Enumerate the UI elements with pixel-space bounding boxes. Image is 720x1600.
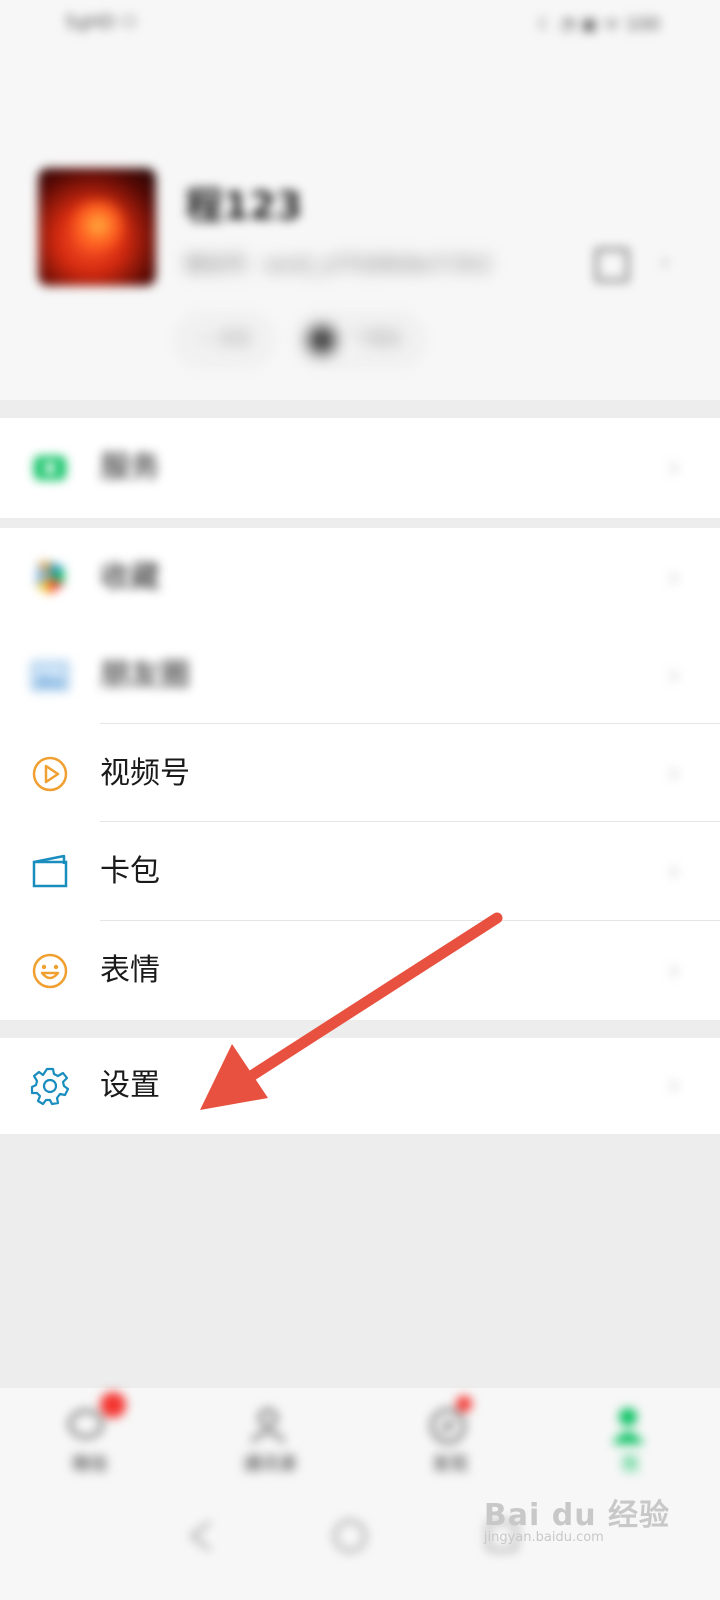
tab-label-contacts: 通讯录 [243,1454,297,1475]
status-bar: 5gHD ⚇ ☾ ◔ ▣ ᯤ 100 [0,0,720,50]
chevron-right-icon: › [668,756,680,791]
favorites-icon [36,562,64,594]
menu-label-settings: 设置 [100,1068,160,1103]
qr-code-icon[interactable] [595,248,629,282]
card-wallet-icon [32,854,68,888]
main-menu-group: 收藏 › 朋友圈 › 视频号 › 卡包 › 表情 › [0,528,720,1020]
person-icon [612,1408,644,1444]
gear-icon [30,1067,70,1106]
menu-label-cards: 卡包 [100,854,160,889]
menu-item-stickers[interactable]: 表情 › [0,921,720,1020]
tab-label-discover: 发现 [432,1454,468,1475]
new-dot-badge [456,1396,472,1412]
services-icon [34,456,66,480]
menu-label-stickers: 表情 [100,953,160,988]
menu-item-settings[interactable]: 设置 › [0,1038,720,1134]
friend-avatar-icon [308,326,336,354]
menu-item-cards[interactable]: 卡包 › [0,822,720,921]
chevron-right-icon: › [668,1068,680,1103]
smiley-icon [32,953,68,989]
menu-item-favorites[interactable]: 收藏 › [0,528,720,626]
chevron-right-icon: › [668,658,680,693]
friends-status-chip[interactable]: 个朋友 [300,318,420,362]
chevron-right-icon: › [668,450,680,485]
friends-label: 个朋友 [350,329,404,350]
menu-label-channels: 视频号 [100,756,190,791]
home-icon[interactable] [330,1516,370,1556]
chevron-right-icon: › [668,854,680,889]
unread-badge [100,1392,126,1418]
tab-label-me: 我 [621,1454,639,1475]
channels-icon [32,756,68,792]
menu-item-channels[interactable]: 视频号 › [0,724,720,822]
moments-icon [31,661,69,691]
menu-item-services[interactable]: 服务 › [0,418,720,518]
tab-me[interactable]: 我 [540,1388,720,1488]
status-button[interactable]: + 状态 [180,318,269,362]
nickname: 程123 [185,184,303,228]
menu-label-services: 服务 [100,450,160,485]
compass-icon [430,1408,466,1444]
signal-status: 5gHD ⚇ [65,12,138,33]
back-icon[interactable] [182,1516,222,1556]
chevron-right-icon: › [668,953,680,988]
bottom-tab-bar: 微信 通讯录 发现 我 [0,1388,720,1488]
watermark: Bai du 经验 jingyan.baidu.com [484,1490,670,1545]
battery-status: ☾ ◔ ▣ ᯤ 100 [537,14,660,35]
watermark-brand: Bai du 经验 [483,1498,670,1533]
avatar[interactable] [38,168,156,286]
tab-discover[interactable]: 发现 [360,1388,540,1488]
menu-item-moments[interactable]: 朋友圈 › [0,626,720,724]
chevron-right-icon: › [660,248,670,276]
menu-label-moments: 朋友圈 [100,658,190,693]
tab-chats[interactable]: 微信 [0,1388,180,1488]
menu-label-favorites: 收藏 [100,560,160,595]
profile-header[interactable]: 程123 微信号：wxid_a7f3d9k8w7r3h2 › + 状态 个朋友 [0,50,720,400]
contacts-icon [251,1408,285,1443]
chevron-right-icon: › [668,560,680,595]
wechat-id: 微信号：wxid_a7f3d9k8w7r3h2 [185,252,492,276]
tab-contacts[interactable]: 通讯录 [180,1388,360,1488]
settings-group: 设置 › [0,1038,720,1134]
tab-label-chats: 微信 [72,1454,108,1475]
services-group: 服务 › [0,418,720,518]
